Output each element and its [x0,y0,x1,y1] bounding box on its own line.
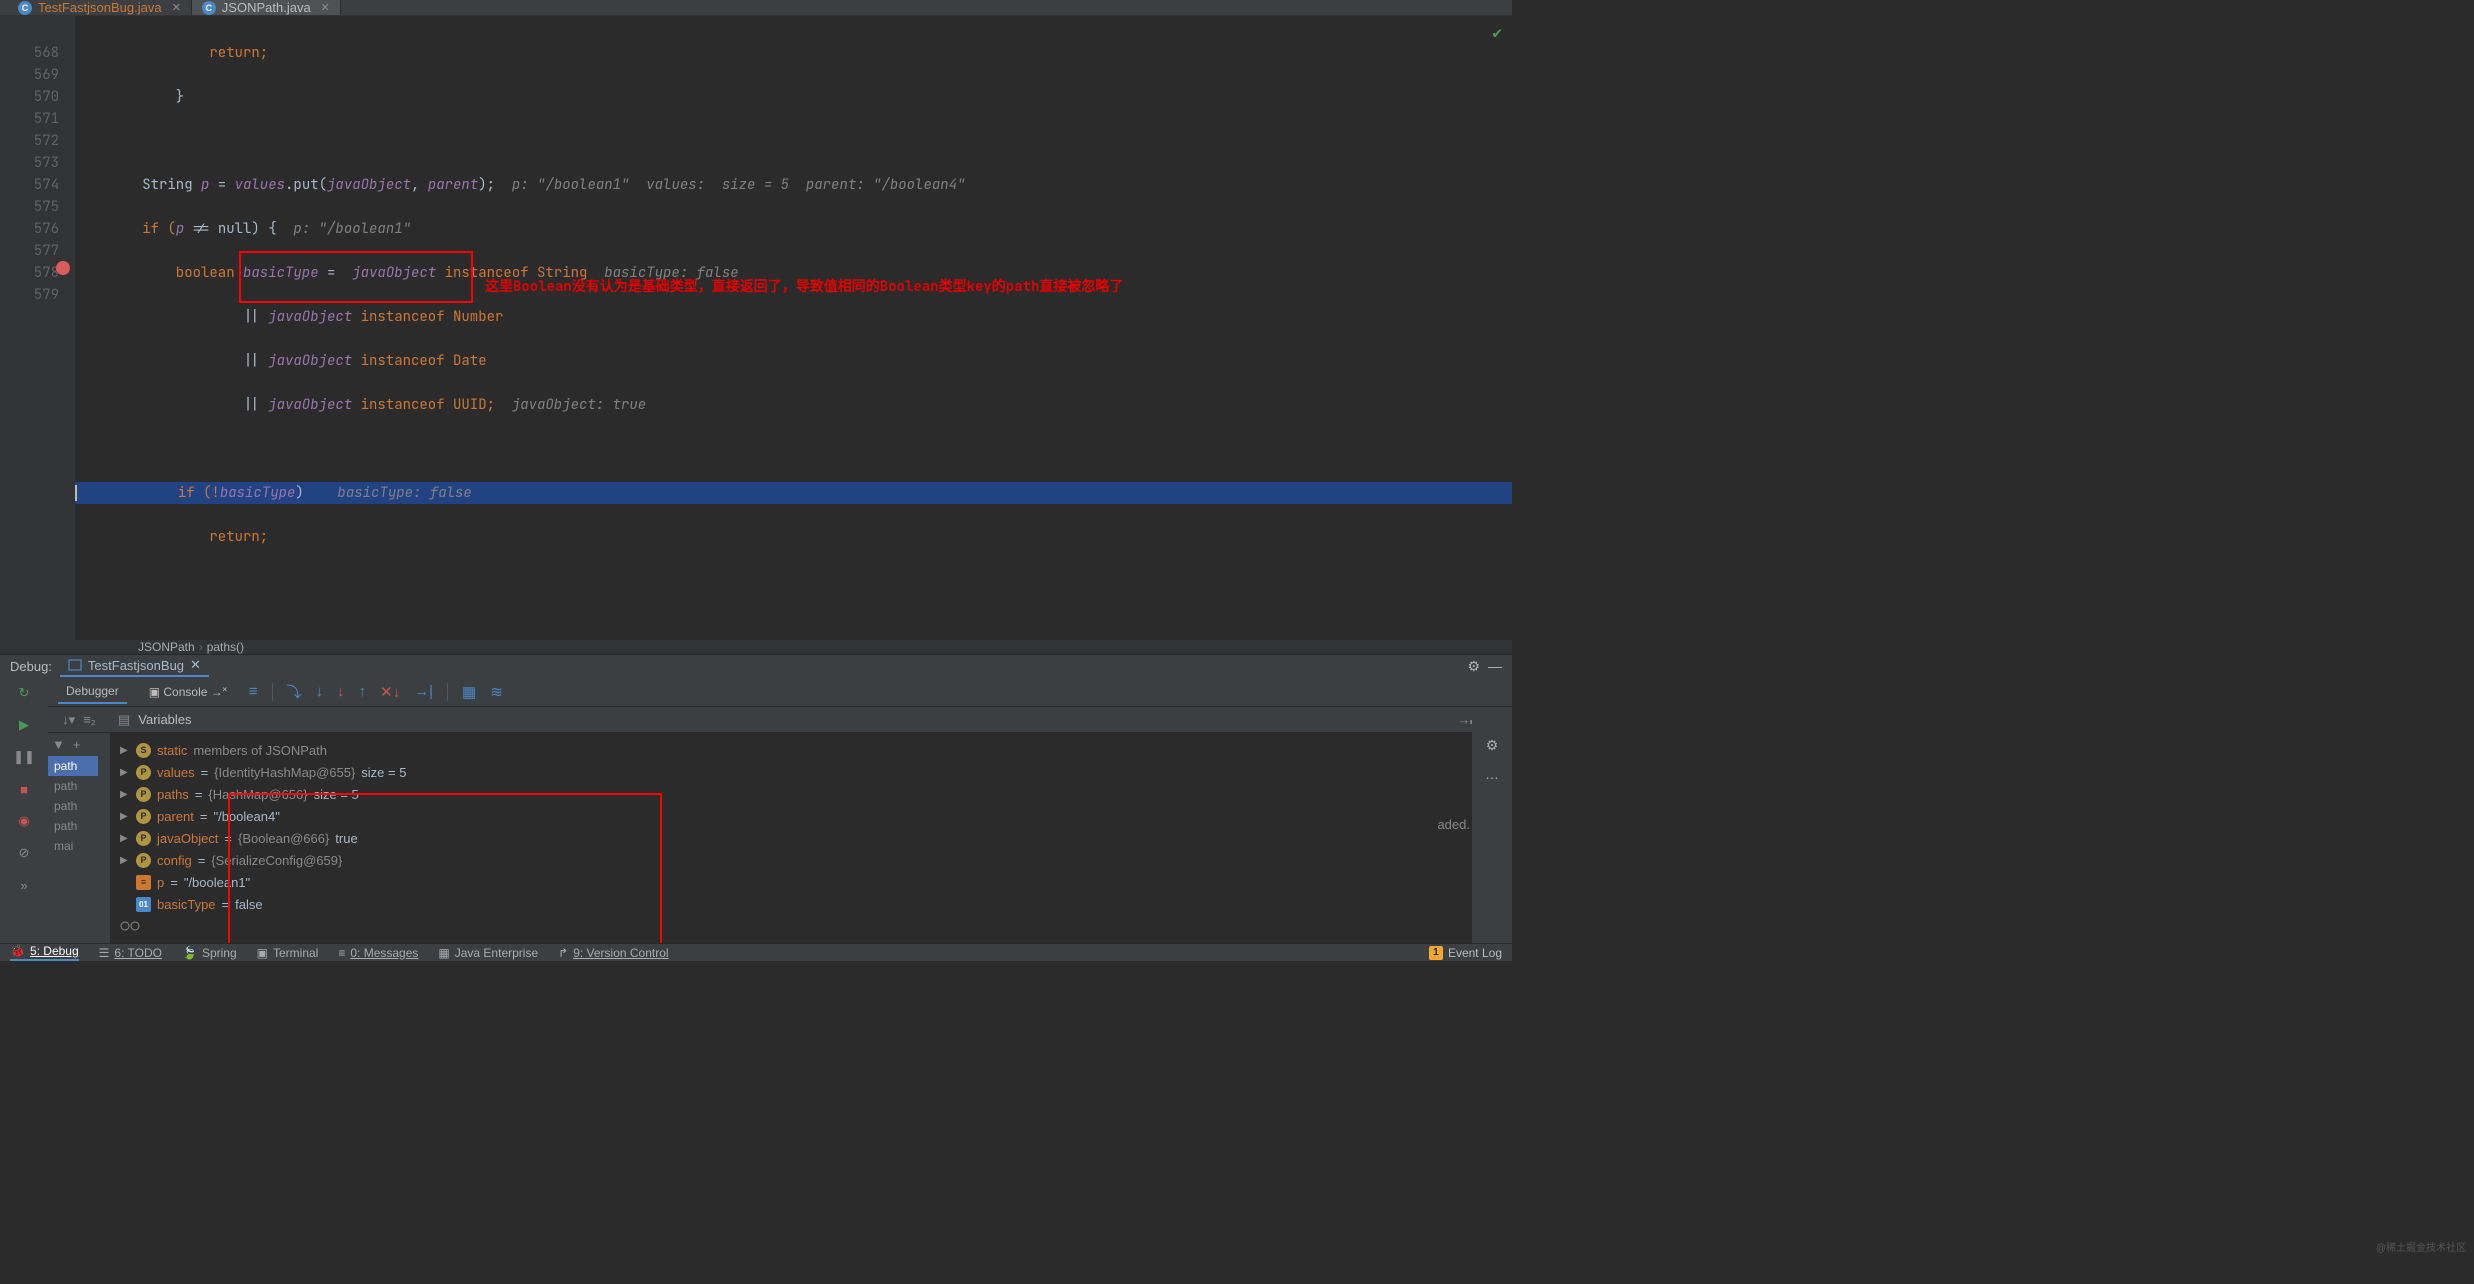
status-text: aded. [1437,817,1470,832]
java-class-icon: C [18,1,32,15]
tool-window-debug[interactable]: 🐞 5: Debug [10,944,79,961]
tab-label: TestFastjsonBug.java [38,0,162,15]
tab-jsonpath[interactable]: C JSONPath.java ✕ [192,0,341,15]
variable-row[interactable]: ▶Pvalues = {IdentityHashMap@655} size = … [110,761,1512,783]
tool-window-todo[interactable]: ☰ 6: TODO [99,946,162,960]
inline-hint: basicType: false [337,484,471,502]
current-line: if (!basicType) basicType: false [75,482,1512,504]
frames-panel: ↓▾ ≡₂ ▼ + path path path path mai [48,707,110,943]
variable-row[interactable]: 01basicType = false [110,893,1512,915]
force-step-into-icon[interactable]: ↓ [337,683,345,700]
debug-session-tab[interactable]: TestFastjsonBug ✕ [60,655,209,677]
chevron-right-icon: › [199,640,203,654]
debug-right-sidebar: ⚙ … [1472,707,1512,943]
gutter[interactable]: 568 569 570 571 572 573 574 575 576 577 … [0,16,75,640]
resume-icon[interactable]: ▶ [14,715,34,735]
stop-icon[interactable]: ■ [14,779,34,799]
inline-hint: p: "/boolean1" values: size = 5 parent: … [512,176,966,194]
tool-window-messages[interactable]: ≡ 0: Messages [338,946,418,960]
glasses-icon[interactable] [120,920,140,932]
tab-testfastjsonbug[interactable]: C TestFastjsonBug.java ✕ [8,0,192,15]
more-icon[interactable]: » [14,875,34,895]
step-over-icon[interactable]: ⤵ [287,681,302,702]
rerun-icon[interactable]: ↻ [14,683,34,703]
show-execution-point-icon[interactable]: ≡ [249,683,258,700]
gear-icon[interactable]: ⚙ [1486,737,1499,754]
code-text: } [75,88,184,106]
status-bar: 🐞 5: Debug ☰ 6: TODO 🍃 Spring ▣ Terminal… [0,943,1512,961]
debugger-tab[interactable]: Debugger [58,680,127,704]
frame-item[interactable]: path [48,816,98,836]
filter-icon[interactable]: ▼ [52,737,65,752]
breadcrumb-item[interactable]: JSONPath [138,640,195,654]
variable-row[interactable]: ▶Sstatic members of JSONPath [110,739,1512,761]
run-to-cursor-icon[interactable]: →| [414,683,433,700]
frames-list-icon[interactable]: ≡₂ [83,712,96,727]
pause-icon[interactable]: ❚❚ [14,747,34,767]
tool-window-javaee[interactable]: ▦ Java Enterprise [438,946,538,960]
step-out-icon[interactable]: ↑ [359,683,367,700]
variables-tree[interactable]: ▶Sstatic members of JSONPath ▶Pvalues = … [110,733,1512,943]
code-text: return; [75,44,268,62]
variable-row[interactable]: ▶PjavaObject = {Boolean@666} true [110,827,1512,849]
variable-row[interactable]: ≡p = "/boolean1" [110,871,1512,893]
warning-icon: 1 [1429,946,1443,960]
step-into-icon[interactable]: ↓ [316,683,324,700]
add-icon[interactable]: + [73,737,81,752]
frame-item[interactable]: path [48,796,98,816]
thread-icon[interactable]: ↓▾ [62,712,75,728]
more-icon[interactable]: … [1485,766,1499,782]
drop-frame-icon[interactable]: ✕↓ [380,683,400,701]
layout-icon[interactable]: ▤ [118,712,130,728]
tool-window-terminal[interactable]: ▣ Terminal [257,946,319,960]
breadcrumb[interactable]: JSONPath › paths() [0,640,1512,654]
frame-item[interactable]: path [48,756,98,776]
application-icon [68,658,82,672]
annotation-text: 这里Boolean没有认为是基础类型，直接返回了，导致值相同的Boolean类型… [485,276,1123,298]
view-breakpoints-icon[interactable]: ◉ [14,811,34,831]
editor-tabs: C TestFastjsonBug.java ✕ C JSONPath.java… [0,0,1512,16]
evaluate-icon[interactable]: ▦ [462,683,476,701]
event-log[interactable]: 1Event Log [1429,946,1502,960]
inline-hint: p: "/boolean1" [293,220,411,238]
variables-title: Variables [138,712,1449,727]
close-icon[interactable]: ✕ [321,1,330,14]
debug-toolbar: Debugger ▣ Console →˟ ≡ ⤵ ↓ ↓ ↑ ✕↓ →| ▦ … [48,677,1512,707]
tab-label: JSONPath.java [222,0,311,15]
frame-item[interactable]: mai [48,836,98,856]
debug-title: Debug: [10,659,52,674]
frame-item[interactable]: path [48,776,98,796]
minimize-icon[interactable]: — [1488,658,1502,674]
debug-sidebar: ↻ ▶ ❚❚ ■ ◉ ⊘ » [0,677,48,943]
variable-row[interactable]: ▶Ppaths = {HashMap@656} size = 5 [110,783,1512,805]
code-area[interactable]: return; } String p = values.put(javaObje… [75,16,1512,640]
debug-header: Debug: TestFastjsonBug ✕ ⚙ — [0,654,1512,677]
breadcrumb-item[interactable]: paths() [207,640,244,654]
inline-hint: javaObject: true [512,396,646,414]
gear-icon[interactable]: ⚙ [1467,658,1480,675]
code-editor[interactable]: ✔ 568 569 570 571 572 573 574 575 576 57… [0,16,1512,640]
variable-row[interactable]: ▶Pconfig = {SerializeConfig@659} [110,849,1512,871]
mute-breakpoints-icon[interactable]: ⊘ [14,843,34,863]
close-icon[interactable]: ✕ [190,657,201,673]
trace-icon[interactable]: ≋ [490,683,503,701]
breakpoint-icon[interactable] [56,261,70,275]
watermark-text: @稀土掘金技术社区 [2376,1239,2466,1254]
console-tab[interactable]: ▣ Console →˟ [141,681,235,703]
variables-header: ▤ Variables →▬ ≡₂ [110,707,1512,733]
tool-window-spring[interactable]: 🍃 Spring [182,946,237,960]
tool-window-vc[interactable]: ↱ 9: Version Control [558,946,668,960]
close-icon[interactable]: ✕ [172,1,181,14]
code-text: return; [75,528,268,546]
variable-row[interactable]: ▶Pparent = "/boolean4" [110,805,1512,827]
java-class-icon: C [202,1,216,15]
